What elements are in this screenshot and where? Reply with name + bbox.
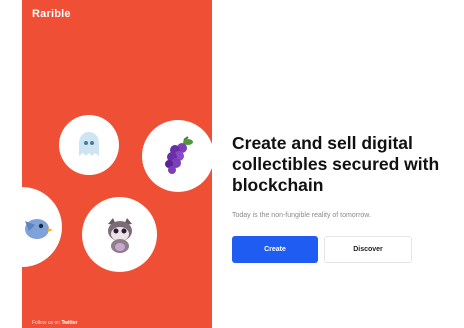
twitter-link[interactable]: Twitter bbox=[61, 320, 77, 326]
nft-card-grapes[interactable] bbox=[142, 120, 212, 192]
hero-actions: Create Discover bbox=[232, 236, 458, 263]
grapes-icon bbox=[165, 136, 193, 174]
bird-sticker-icon bbox=[25, 219, 53, 239]
hero-section: Create and sell digital collectibles sec… bbox=[232, 133, 458, 263]
hero-headline: Create and sell digital collectibles sec… bbox=[232, 133, 440, 195]
social-footer: Follow us on Twitter bbox=[32, 320, 78, 326]
cat-sticker-icon bbox=[107, 217, 132, 253]
ghost-sticker-icon bbox=[79, 132, 99, 156]
nft-card-bird[interactable] bbox=[22, 187, 62, 267]
brand-panel: Rarible Follow us on Twitter bbox=[22, 0, 212, 328]
footer-prefix: Follow us on bbox=[32, 320, 61, 326]
hero-tagline: Today is the non-fungible reality of tom… bbox=[232, 212, 371, 219]
nft-card-cat[interactable] bbox=[82, 197, 157, 272]
nft-card-ghost[interactable] bbox=[59, 115, 119, 175]
brand-logo[interactable]: Rarible bbox=[32, 8, 71, 20]
discover-button[interactable]: Discover bbox=[324, 236, 412, 263]
create-button[interactable]: Create bbox=[232, 236, 318, 263]
